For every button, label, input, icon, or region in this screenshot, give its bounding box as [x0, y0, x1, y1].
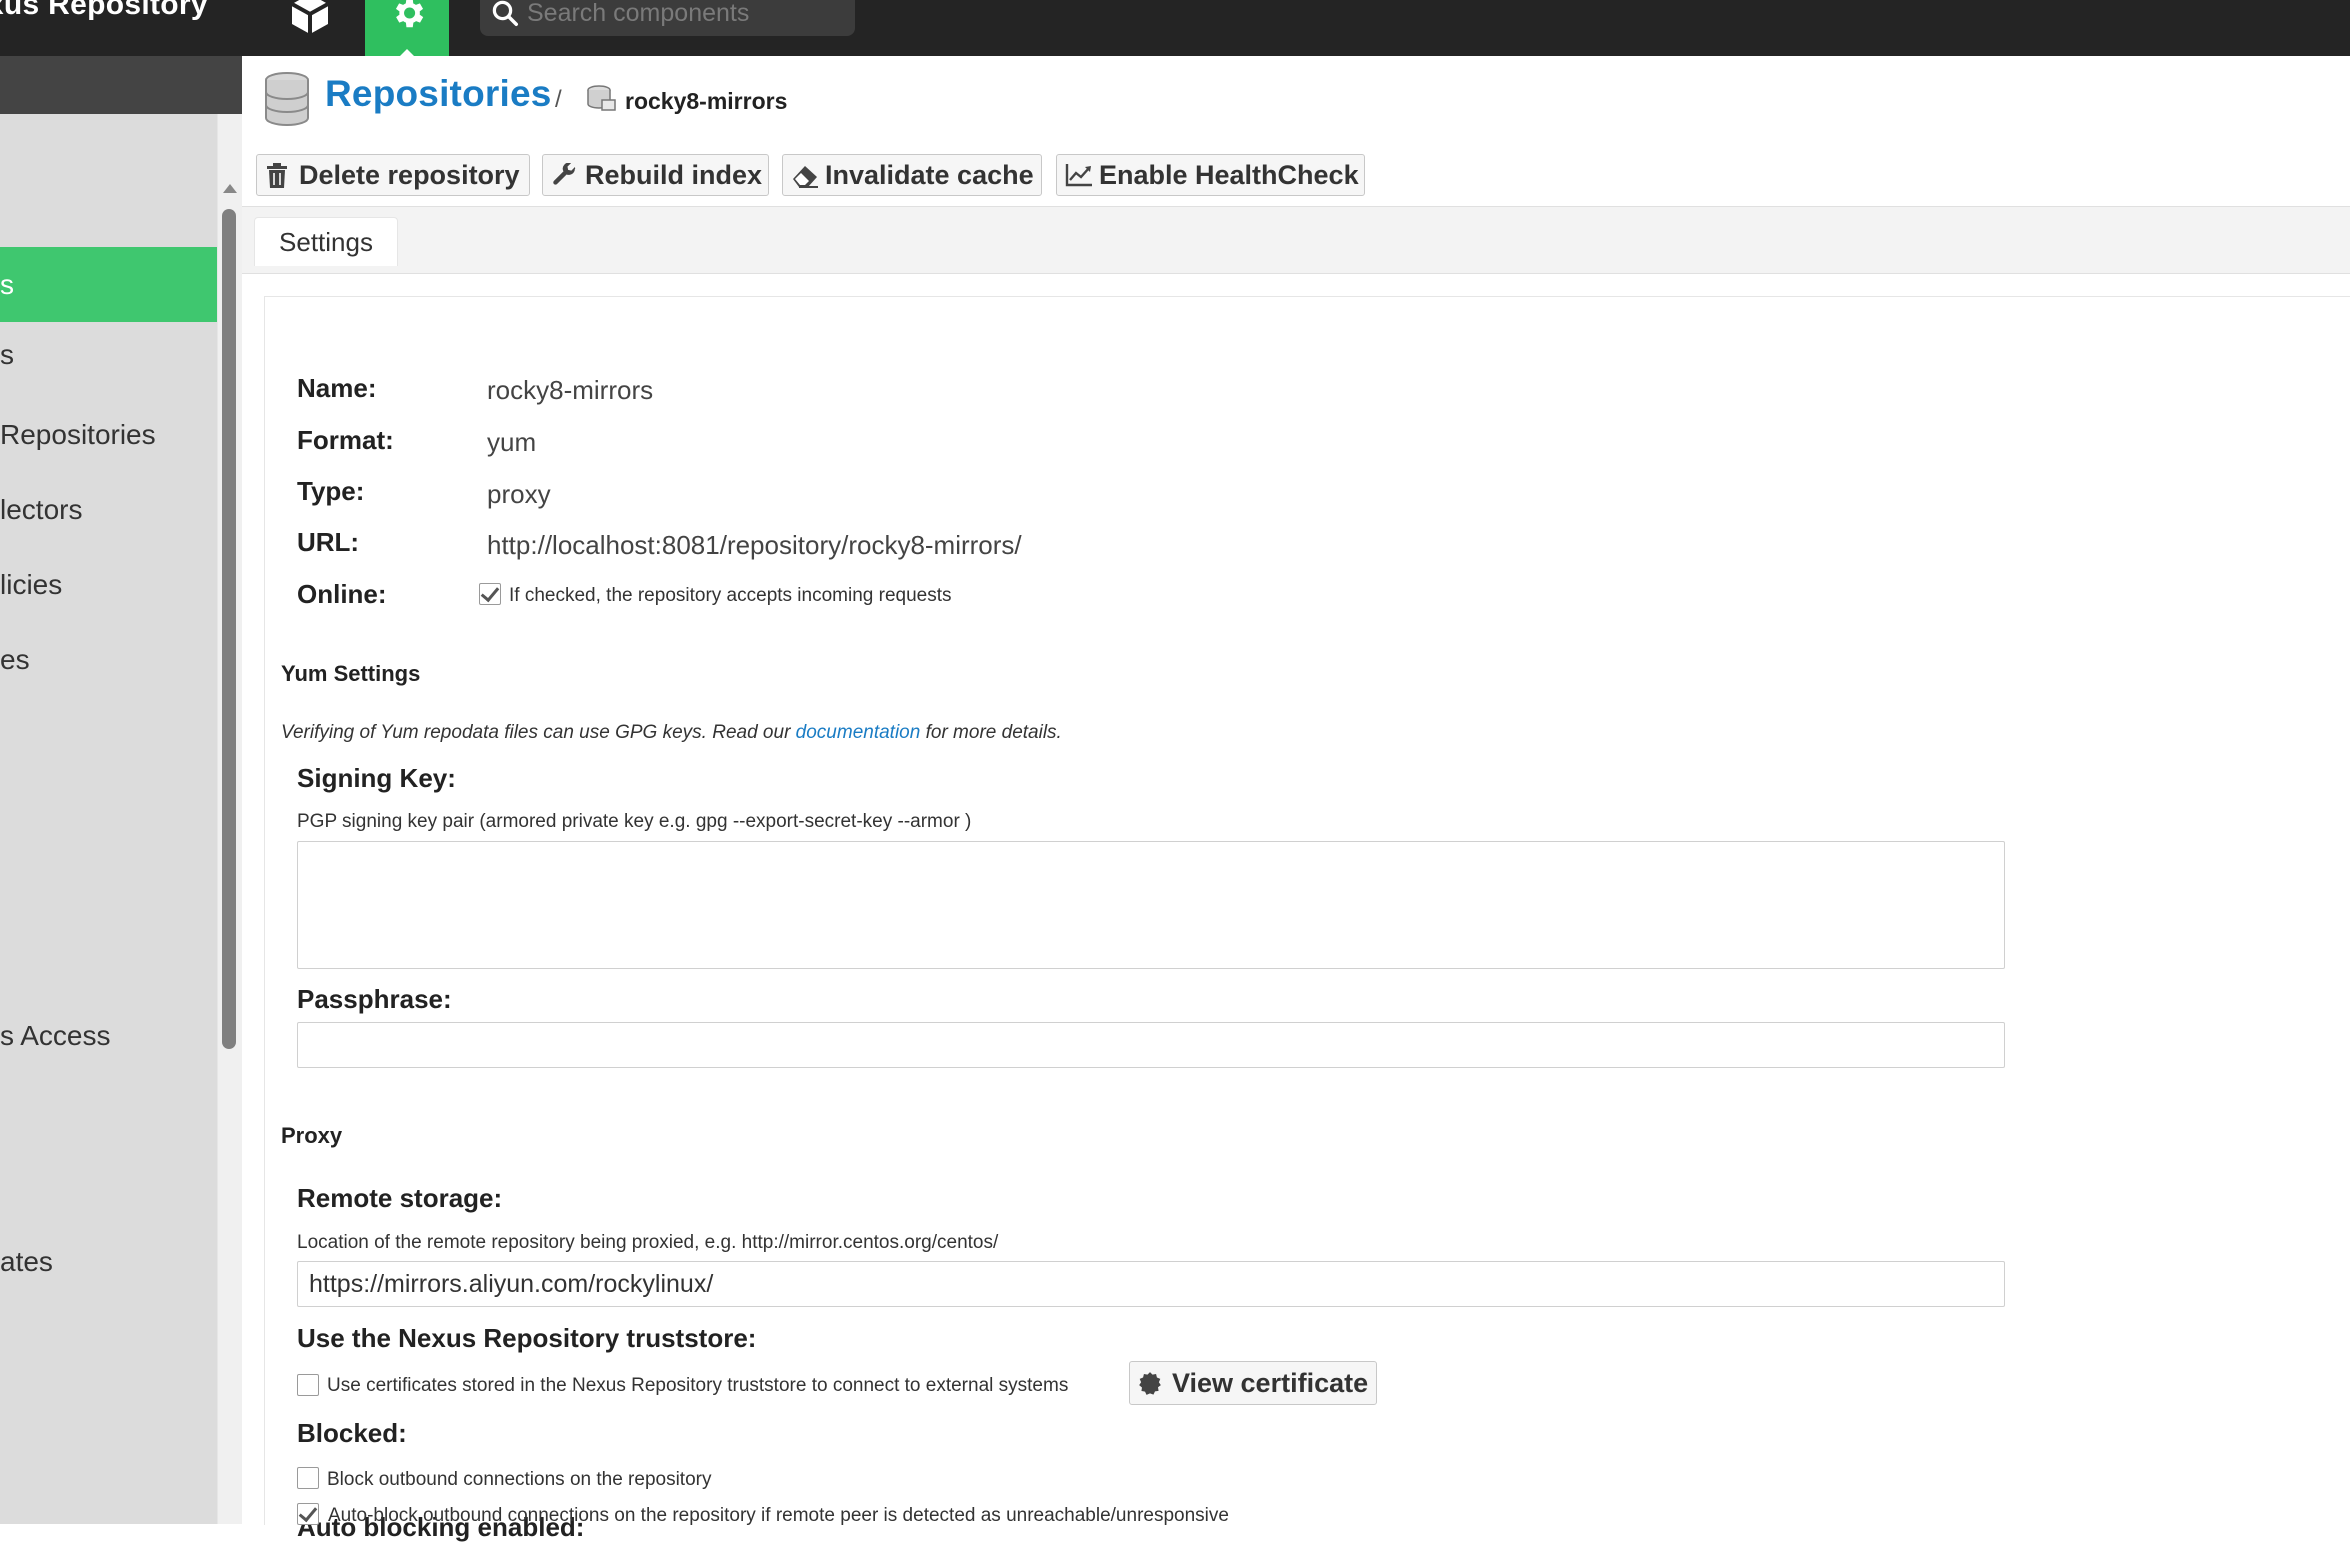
sidebar-item-blob-stores[interactable]: s	[0, 322, 217, 397]
sidebar-item-proprietary-repositories[interactable]: Repositories	[0, 397, 217, 472]
gear-icon	[395, 0, 424, 28]
browse-button[interactable]	[282, 0, 338, 40]
yum-help-text-end: for more details.	[920, 722, 1062, 743]
name-label: Name:	[297, 373, 377, 403]
sidebar-item-repositories[interactable]: s	[0, 247, 217, 322]
sidebar-header	[0, 56, 242, 114]
active-caret	[400, 49, 414, 56]
admin-button[interactable]	[365, 0, 449, 56]
format-value: yum	[487, 427, 537, 457]
search-box	[480, 0, 855, 36]
trash-icon	[267, 163, 287, 188]
online-help: If checked, the repository accepts incom…	[509, 585, 952, 606]
proxy-heading: Proxy	[281, 1123, 343, 1148]
truststore-checkbox[interactable]	[297, 1374, 319, 1396]
rebuild-index-label: Rebuild index	[585, 160, 763, 190]
truststore-help: Use certificates stored in the Nexus Rep…	[327, 1375, 1069, 1396]
delete-repository-label: Delete repository	[299, 160, 520, 190]
yum-help: Verifying of Yum repodata files can use …	[281, 722, 1062, 744]
remote-storage-help: Location of the remote repository being …	[297, 1232, 999, 1253]
yum-help-text: Verifying of Yum repodata files can use …	[281, 722, 796, 743]
signing-key-textarea[interactable]	[297, 841, 2005, 969]
wrench-icon	[553, 163, 576, 185]
passphrase-label: Passphrase:	[297, 984, 452, 1014]
app-brand[interactable]: Nexus Repository	[0, 0, 208, 22]
url-label: URL:	[297, 527, 360, 557]
online-checkbox[interactable]	[479, 583, 501, 605]
breadcrumb-separator: /	[555, 86, 562, 113]
sidebar-item-anonymous-access[interactable]: s Access	[0, 998, 217, 1073]
online-label: Online:	[297, 579, 387, 609]
sidebar-scrollbar[interactable]	[218, 114, 242, 1524]
type-label: Type:	[297, 476, 365, 506]
enable-healthcheck-button[interactable]: Enable HealthCheck	[1056, 154, 1365, 196]
rebuild-index-button[interactable]: Rebuild index	[542, 154, 769, 196]
eraser-icon	[793, 166, 818, 188]
search-icon	[492, 0, 518, 26]
view-certificate-button[interactable]: View certificate	[1129, 1361, 1377, 1405]
name-value: rocky8-mirrors	[487, 375, 654, 405]
view-certificate-label: View certificate	[1172, 1368, 1369, 1398]
search-input[interactable]	[527, 0, 837, 28]
remote-storage-input[interactable]: https://mirrors.aliyun.com/rockylinux/	[297, 1261, 2005, 1307]
breadcrumb-repositories-link[interactable]: Repositories	[325, 73, 552, 115]
invalidate-cache-button[interactable]: Invalidate cache	[782, 154, 1042, 196]
line-chart-icon	[1065, 164, 1092, 187]
sidebar-item-ssl-certificates[interactable]: ates	[0, 1224, 217, 1299]
format-label: Format:	[297, 425, 394, 455]
sidebar-list: s s Repositories lectors licies es s Acc…	[0, 114, 217, 1524]
delete-repository-button[interactable]: Delete repository	[256, 154, 530, 196]
scroll-up-arrow[interactable]	[223, 184, 237, 193]
breadcrumb-current-repo: rocky8-mirrors	[625, 88, 788, 114]
settings-form: Name: rocky8-mirrors Format: yum Type: p…	[264, 296, 2350, 1542]
tab-settings[interactable]: Settings	[254, 217, 398, 266]
repository-icon	[587, 85, 616, 111]
truststore-label: Use the Nexus Repository truststore:	[297, 1323, 757, 1353]
certificate-seal-icon	[1139, 1372, 1161, 1395]
top-bar: Nexus Repository	[0, 0, 2350, 56]
remote-storage-value: https://mirrors.aliyun.com/rockylinux/	[309, 1270, 714, 1298]
signing-key-label: Signing Key:	[297, 763, 456, 793]
yum-settings-heading: Yum Settings	[281, 661, 421, 686]
sidebar: s s Repositories lectors licies es s Acc…	[0, 56, 242, 1524]
type-value: proxy	[487, 479, 551, 509]
main-panel: Repositories / rocky8-mirrors Delete rep…	[242, 56, 2350, 1542]
invalidate-cache-label: Invalidate cache	[825, 160, 1034, 190]
cube-icon	[291, 0, 329, 34]
scroll-thumb[interactable]	[222, 209, 236, 1049]
auto-blocking-checkbox[interactable]	[297, 1503, 319, 1525]
signing-key-help: PGP signing key pair (armored private ke…	[297, 811, 972, 832]
blocked-help: Block outbound connections on the reposi…	[327, 1469, 712, 1490]
documentation-link[interactable]: documentation	[796, 722, 921, 743]
tabs-bar: Settings	[242, 206, 2350, 274]
enable-healthcheck-label: Enable HealthCheck	[1099, 160, 1359, 190]
remote-storage-label: Remote storage:	[297, 1183, 503, 1213]
passphrase-input[interactable]	[297, 1022, 2005, 1068]
blocked-checkbox[interactable]	[297, 1467, 319, 1489]
sidebar-item-routing-rules[interactable]: es	[0, 622, 217, 697]
blocked-label: Blocked:	[297, 1418, 407, 1448]
sidebar-item-cleanup-policies[interactable]: licies	[0, 547, 217, 622]
url-value: http://localhost:8081/repository/rocky8-…	[487, 530, 1022, 560]
sidebar-item-content-selectors[interactable]: lectors	[0, 472, 217, 547]
database-icon	[265, 72, 309, 126]
